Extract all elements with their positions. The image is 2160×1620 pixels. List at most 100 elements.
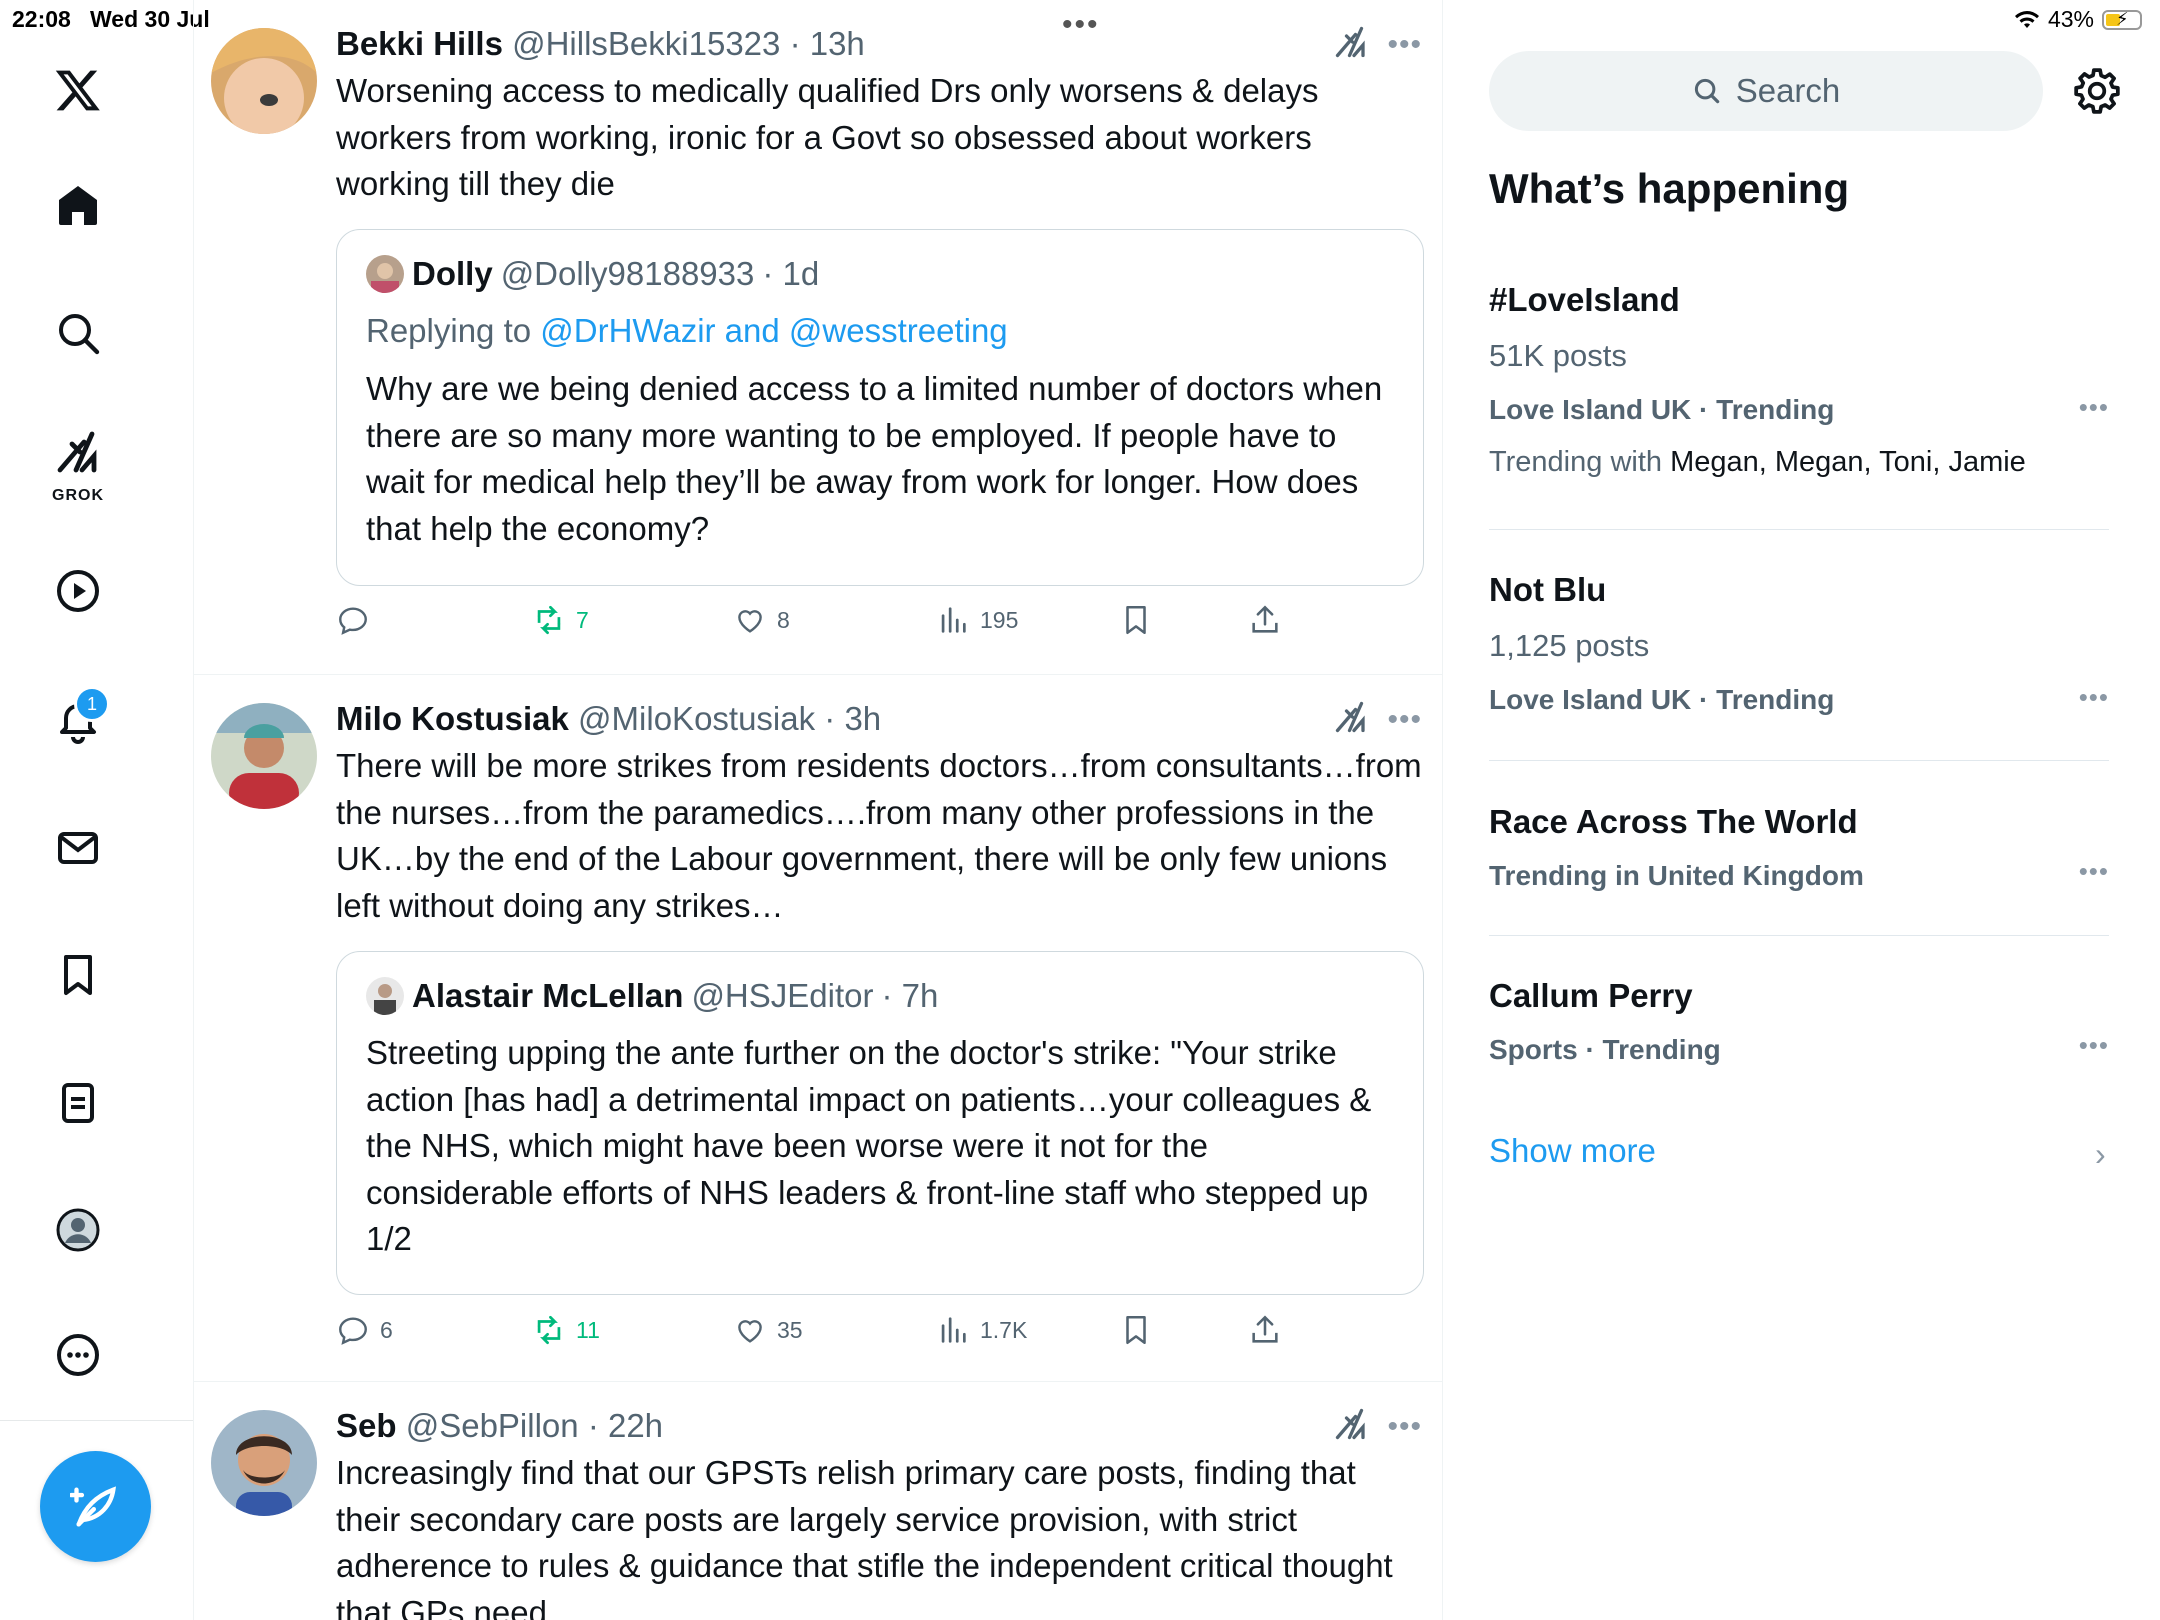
tweet[interactable]: Seb @SebPillon · 22h Increasingly find t… bbox=[194, 1382, 1442, 1620]
share-button[interactable] bbox=[1248, 1313, 1282, 1347]
author-handle[interactable]: @MiloKostusiak bbox=[578, 700, 815, 737]
quote-author-handle: @Dolly98188933 bbox=[500, 255, 755, 292]
trend-context: Love Island UK · Trending bbox=[1489, 394, 1835, 425]
view-count: 195 bbox=[980, 606, 1019, 633]
repost-count: 11 bbox=[576, 1316, 600, 1343]
tweet-body: Bekki Hills @HillsBekki15323 · 13h Worse… bbox=[336, 22, 1424, 208]
trend-more-icon[interactable]: ••• bbox=[2079, 682, 2109, 713]
x-logo-icon[interactable] bbox=[28, 40, 128, 140]
compose-button[interactable] bbox=[40, 1451, 151, 1562]
views-button[interactable]: 1.7K bbox=[936, 1313, 1027, 1347]
repost-button[interactable]: 7 bbox=[532, 603, 589, 637]
bookmark-icon bbox=[1126, 1315, 1146, 1345]
compose-icon bbox=[69, 1485, 116, 1526]
nav-divider bbox=[0, 1420, 193, 1421]
quote-header: Alastair McLellan @HSJEditor · 7h bbox=[366, 974, 1395, 1018]
bookmark-icon[interactable] bbox=[28, 925, 128, 1025]
quote-avatar bbox=[366, 255, 404, 293]
tweet-more-icon[interactable]: ••• bbox=[1387, 703, 1422, 737]
tweet-header: Bekki Hills @HillsBekki15323 · 13h bbox=[336, 22, 1424, 66]
home-icon[interactable] bbox=[28, 155, 128, 255]
tweet-tools: ••• bbox=[1333, 24, 1422, 65]
trend-context: Sports · Trending bbox=[1489, 1034, 1721, 1065]
quote-text: Why are we being denied access to a limi… bbox=[366, 370, 1383, 547]
search-icon bbox=[1694, 78, 1719, 104]
tweet[interactable]: Milo Kostusiak @MiloKostusiak · 3h There… bbox=[194, 675, 1442, 1382]
trend-post-count: 51K posts bbox=[1489, 338, 1627, 373]
trend-more-icon[interactable]: ••• bbox=[2079, 392, 2109, 423]
more-icon[interactable] bbox=[28, 1305, 128, 1405]
author-name[interactable]: Bekki Hills bbox=[336, 25, 503, 62]
share-button[interactable] bbox=[1248, 603, 1282, 637]
quoted-tweet[interactable]: Dolly @Dolly98188933 · 1d Replying to @D… bbox=[336, 229, 1424, 586]
tweet-actions: 6 11 35 1.7K bbox=[336, 1313, 1336, 1363]
search-icon[interactable] bbox=[28, 283, 128, 383]
avatar[interactable] bbox=[211, 28, 317, 134]
repost-icon bbox=[537, 605, 561, 635]
quote-avatar bbox=[366, 977, 404, 1015]
trend-title: #LoveIsland bbox=[1489, 281, 1680, 318]
reply-count: 6 bbox=[380, 1316, 393, 1343]
profile-icon[interactable] bbox=[28, 1180, 128, 1280]
play-icon[interactable] bbox=[28, 541, 128, 641]
like-count: 35 bbox=[777, 1316, 803, 1343]
bell-icon[interactable]: 1 bbox=[28, 670, 128, 770]
tweet-more-icon[interactable]: ••• bbox=[1387, 1410, 1422, 1444]
like-count: 8 bbox=[777, 606, 790, 633]
tweet-text: Increasingly find that our GPSTs relish … bbox=[336, 1454, 1393, 1620]
notification-badge: 1 bbox=[74, 686, 110, 722]
bookmark-button[interactable] bbox=[1119, 1313, 1153, 1347]
list-icon[interactable] bbox=[28, 1053, 128, 1153]
trending-with: Trending with Megan, Megan, Toni, Jamie bbox=[1489, 446, 2026, 478]
heart-icon bbox=[738, 1320, 762, 1343]
quote-header: Dolly @Dolly98188933 · 1d bbox=[366, 252, 1395, 296]
replying-mentions[interactable]: @DrHWazir and @wesstreeting bbox=[540, 312, 1007, 349]
quote-author-name: Dolly bbox=[412, 255, 493, 292]
trending-with-names: Megan, Megan, Toni, Jamie bbox=[1670, 446, 2026, 478]
trend-more-icon[interactable]: ••• bbox=[2079, 1030, 2109, 1061]
trend-item[interactable]: Callum Perry Sports · Trending ••• bbox=[1489, 974, 2109, 1070]
timeline: Bekki Hills @HillsBekki15323 · 13h Worse… bbox=[194, 0, 1443, 1620]
reply-button[interactable]: 6 bbox=[336, 1313, 393, 1347]
author-handle[interactable]: @SebPillon bbox=[406, 1407, 579, 1444]
repost-button[interactable]: 11 bbox=[532, 1313, 600, 1347]
chevron-right-icon: › bbox=[2095, 1136, 2106, 1172]
gear-icon[interactable] bbox=[2072, 66, 2122, 116]
quote-time: · 7h bbox=[881, 977, 939, 1014]
divider bbox=[1489, 760, 2109, 761]
grok-explain-icon[interactable] bbox=[1333, 699, 1369, 740]
quote-text: Streeting upping the ante further on the… bbox=[366, 1034, 1372, 1257]
avatar[interactable] bbox=[211, 1410, 317, 1516]
grok-explain-icon[interactable] bbox=[1333, 1406, 1369, 1447]
trend-post-count: 1,125 posts bbox=[1489, 628, 1650, 663]
bookmark-button[interactable] bbox=[1119, 603, 1153, 637]
sidebar: Search What’s happening #LoveIsland 51K … bbox=[1443, 0, 2160, 1620]
quoted-tweet[interactable]: Alastair McLellan @HSJEditor · 7h Street… bbox=[336, 951, 1424, 1295]
trend-title: Not Blu bbox=[1489, 571, 1607, 608]
search-placeholder: Search bbox=[1735, 72, 1841, 109]
grok-icon[interactable]: GROK bbox=[28, 413, 128, 513]
trend-more-icon[interactable]: ••• bbox=[2079, 856, 2109, 887]
show-more-link[interactable]: Show more bbox=[1489, 1132, 1656, 1170]
repost-count: 7 bbox=[576, 606, 589, 633]
trend-item[interactable]: Not Blu 1,125 posts Love Island UK · Tre… bbox=[1489, 568, 2109, 720]
repost-icon bbox=[537, 1315, 561, 1345]
trend-item[interactable]: Race Across The World Trending in United… bbox=[1489, 800, 2109, 896]
tweet-tools: ••• bbox=[1333, 699, 1422, 740]
author-handle[interactable]: @HillsBekki15323 bbox=[512, 25, 780, 62]
avatar[interactable] bbox=[211, 703, 317, 809]
author-name[interactable]: Seb bbox=[336, 1407, 397, 1444]
trend-item[interactable]: #LoveIsland 51K posts Love Island UK · T… bbox=[1489, 278, 2109, 482]
tweet[interactable]: Bekki Hills @HillsBekki15323 · 13h Worse… bbox=[194, 0, 1442, 675]
views-button[interactable]: 195 bbox=[936, 603, 1018, 637]
reply-button[interactable] bbox=[336, 603, 380, 637]
tweet-more-icon[interactable]: ••• bbox=[1387, 28, 1422, 62]
like-button[interactable]: 8 bbox=[733, 603, 790, 637]
grok-explain-icon[interactable] bbox=[1333, 24, 1369, 65]
author-name[interactable]: Milo Kostusiak bbox=[336, 700, 569, 737]
replying-to: Replying to @DrHWazir and @wesstreeting bbox=[366, 312, 1008, 349]
mail-icon[interactable] bbox=[28, 798, 128, 898]
like-button[interactable]: 35 bbox=[733, 1313, 803, 1347]
divider bbox=[1489, 529, 2109, 530]
search-input[interactable]: Search bbox=[1489, 51, 2043, 131]
